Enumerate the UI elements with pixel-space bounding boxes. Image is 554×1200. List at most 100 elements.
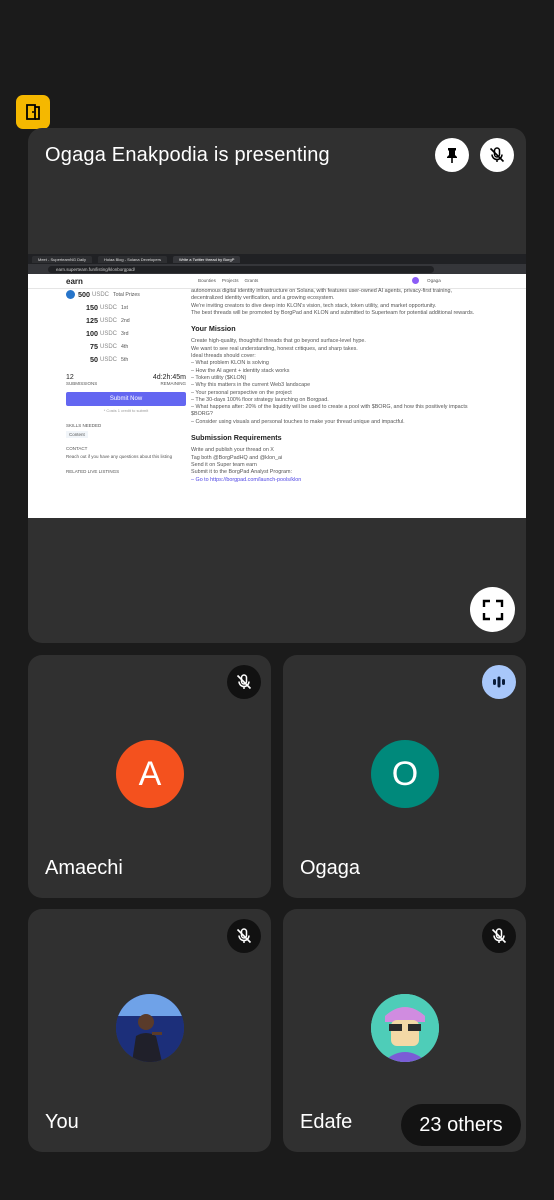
url-text: earn.superteam.fun/listing/klonborgpad/ <box>48 265 434 273</box>
site-logo: earn <box>66 277 83 286</box>
speaking-indicator <box>482 665 516 699</box>
exit-door-icon <box>26 104 40 120</box>
prize-amount: 125 <box>86 316 98 325</box>
body-line: – What problem KLON is solving <box>191 360 269 367</box>
prize-unit: USDC <box>100 304 118 311</box>
browser-tab: Write a Twitter thread by BorgP <box>172 255 241 263</box>
mic-off-icon <box>489 147 505 163</box>
presenter-title: Ogaga Enakpodia is presenting <box>45 144 330 166</box>
body-line: – Go to https://borgpad.com/launch-pools… <box>191 476 302 483</box>
nav-link: Bounties <box>198 278 216 283</box>
body-line: Ideal threads should cover: <box>191 353 256 360</box>
prize-sidebar: 500 USDC Total Prizes 150 USDC 1st 125 U… <box>66 288 186 474</box>
skills-label: SKILLS NEEDED <box>66 423 102 428</box>
body-line: – Token utility ($KLON) <box>191 374 247 381</box>
participant-name: Amaechi <box>45 857 123 879</box>
audio-level-icon <box>493 676 505 688</box>
participant-tile-ogaga[interactable]: O Ogaga <box>283 655 526 898</box>
mic-off-icon <box>491 928 507 944</box>
participant-tile-you[interactable]: You <box>28 909 271 1152</box>
body-line: We're inviting creators to dive deep int… <box>191 302 437 309</box>
user-name: Ogaga <box>427 278 441 283</box>
prize-row: 125 USDC 2nd <box>66 314 186 327</box>
prize-amount: 100 <box>86 329 98 338</box>
mic-off-indicator <box>227 665 261 699</box>
contact-text: Reach out if you have any questions abou… <box>66 454 173 459</box>
prize-row: 75 USDC 4th <box>66 340 186 353</box>
submissions-label: SUBMISSIONS <box>66 381 98 386</box>
browser-address-bar: earn.superteam.fun/listing/klonborgpad/ <box>28 264 526 274</box>
fullscreen-button[interactable] <box>470 587 515 632</box>
participant-name: You <box>45 1111 79 1133</box>
participant-tile-amaechi[interactable]: A Amaechi <box>28 655 271 898</box>
related-label: RELATED LIVE LISTINGS <box>66 469 120 474</box>
submit-now-button: Submit Now <box>66 392 186 406</box>
remaining-label: REMAINING <box>160 381 186 386</box>
mic-off-indicator <box>227 919 261 953</box>
mission-heading: Your Mission <box>191 324 236 334</box>
body-line: Tag both @BorgPadHQ and @klon_ai <box>191 454 283 461</box>
prize-unit: USDC <box>100 356 118 363</box>
prize-row: 150 USDC 1st <box>66 301 186 314</box>
body-line: $BORG? <box>191 411 213 418</box>
total-prize-row: 500 USDC Total Prizes <box>66 288 186 301</box>
skill-tag: Content <box>66 431 88 438</box>
mic-off-icon <box>236 674 252 690</box>
browser-tab-bar: Meet - SuperteamNG Daily Holaa Blog - So… <box>28 254 526 264</box>
total-prize-unit: USDC <box>92 291 110 298</box>
prize-rank: 1st <box>121 304 128 311</box>
body-line: We want to see real understanding, hones… <box>191 345 358 352</box>
body-line: – What happens after: 20% of the liquidi… <box>191 404 468 411</box>
cartoon-avatar-icon <box>371 994 439 1062</box>
prize-unit: USDC <box>100 343 118 350</box>
nav-link: Grants <box>244 278 259 283</box>
mic-off-icon <box>236 928 252 944</box>
prize-unit: USDC <box>100 317 118 324</box>
submissions-count: 12 <box>66 374 74 381</box>
others-participants-button[interactable]: 23 others <box>401 1104 521 1146</box>
avatar-photo <box>116 994 184 1062</box>
prize-rank: 3rd <box>121 330 129 337</box>
body-line: Send it on Super team earn <box>191 461 257 468</box>
nav-link: Projects <box>221 278 239 283</box>
participant-name: Edafe <box>300 1111 353 1133</box>
body-line: – Your personal perspective on the proje… <box>191 389 292 396</box>
total-prize-amount: 500 <box>78 290 90 299</box>
avatar: A <box>116 740 184 808</box>
prize-amount: 150 <box>86 303 98 312</box>
fullscreen-icon <box>482 599 503 620</box>
site-user: Ogaga <box>412 277 441 284</box>
body-line: Write and publish your thread on X <box>191 447 274 454</box>
site-nav-links: Bounties Projects Grants <box>198 278 258 283</box>
stats-row: 12 SUBMISSIONS 4d:2h:45m REMAINING <box>66 374 186 386</box>
pin-button[interactable] <box>435 138 469 172</box>
total-prize-label: Total Prizes <box>113 291 140 298</box>
mic-off-indicator <box>482 919 516 953</box>
contact-label: CONTACT <box>66 446 88 451</box>
body-line: – The 30-days 100% floor strategy launch… <box>191 396 329 403</box>
shared-screen: Meet - SuperteamNG Daily Holaa Blog - So… <box>28 254 526 518</box>
prize-unit: USDC <box>100 330 118 337</box>
pin-icon <box>447 148 457 163</box>
usdc-icon <box>66 290 75 299</box>
avatar: O <box>371 740 439 808</box>
prize-row: 50 USDC 5th <box>66 353 186 366</box>
avatar-illustration <box>371 994 439 1062</box>
prize-row: 100 USDC 3rd <box>66 327 186 340</box>
prize-rank: 5th <box>121 356 129 363</box>
body-line: decentralized identity verification, and… <box>191 295 335 302</box>
credit-note: * Costs 1 credit to submit <box>103 408 149 413</box>
body-line: – How the AI agent + identity stack work… <box>191 367 290 374</box>
presenter-mic-off-indicator <box>480 138 514 172</box>
person-photo-icon <box>116 994 184 1062</box>
requirements-heading: Submission Requirements <box>191 433 282 443</box>
body-line: – Why this matters in the current Web3 l… <box>191 382 311 389</box>
prize-rank: 2nd <box>121 317 130 324</box>
site-header: earn Bounties Projects Grants Ogaga <box>28 274 526 289</box>
remaining-time: 4d:2h:45m <box>152 374 186 381</box>
exit-door-button[interactable] <box>16 95 50 129</box>
prize-amount: 50 <box>90 355 98 364</box>
body-line: – Consider using visuals and personal to… <box>191 418 405 425</box>
presentation-tile[interactable]: Ogaga Enakpodia is presenting Meet - Sup… <box>28 128 526 643</box>
body-line: autonomous digital identity infrastructu… <box>191 288 452 294</box>
